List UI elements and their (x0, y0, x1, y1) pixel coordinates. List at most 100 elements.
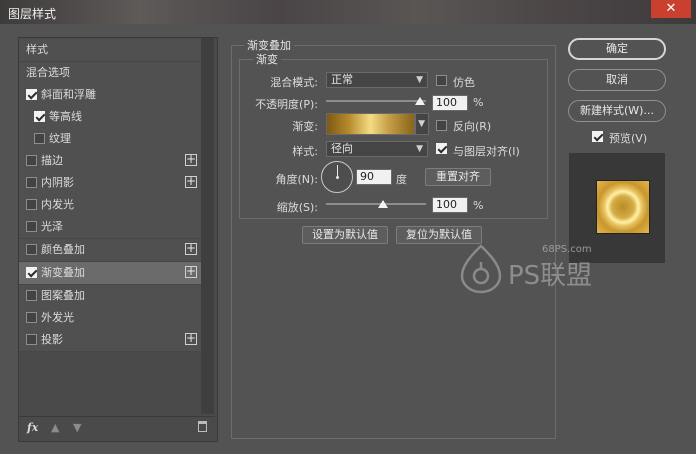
reverse-checkbox[interactable] (436, 120, 447, 131)
scale-slider-track[interactable] (326, 203, 426, 205)
sidebar-item-outer-glow[interactable]: 外发光 (19, 307, 201, 330)
sidebar-item-bevel-emboss[interactable]: 斜面和浮雕 (19, 84, 201, 107)
drop-shadow-checkbox[interactable] (26, 334, 37, 345)
add-inner-shadow-icon[interactable]: + (185, 175, 197, 188)
gradient-overlay-checkbox[interactable] (26, 267, 37, 278)
outer-glow-checkbox[interactable] (26, 312, 37, 323)
add-color-overlay-icon[interactable]: + (185, 242, 197, 255)
fx-button[interactable]: fx (27, 421, 38, 434)
watermark-text: PS联盟 (508, 261, 593, 291)
sidebar-item-label: 等高线 (49, 110, 82, 123)
inner-glow-checkbox[interactable] (26, 199, 37, 210)
sidebar-item-gradient-overlay[interactable]: 渐变叠加 + (19, 262, 201, 285)
sidebar-item-pattern-overlay[interactable]: 图案叠加 (19, 285, 201, 308)
scale-value: 100 (436, 198, 457, 211)
style-list-scrollbar[interactable] (201, 38, 214, 414)
gradient-label: 渐变: (292, 120, 318, 133)
angle-input[interactable]: 90 (356, 169, 392, 185)
sidebar-item-inner-shadow[interactable]: 内阴影 + (19, 172, 201, 195)
blend-mode-select[interactable]: 正常 ▼ (326, 72, 428, 88)
angle-unit: 度 (396, 173, 407, 186)
gradient-style-select[interactable]: 径向 ▼ (326, 141, 428, 157)
cancel-label: 取消 (606, 73, 628, 86)
style-list-footer: fx ▲ ▼ (19, 416, 215, 441)
reverse-label: 反向(R) (453, 120, 492, 133)
dither-label: 仿色 (453, 76, 475, 89)
sidebar-item-label: 光泽 (41, 220, 63, 233)
watermark-site: 68PS.com (542, 244, 592, 255)
watermark-logo-icon (460, 244, 502, 294)
sidebar-item-label: 混合选项 (26, 66, 70, 79)
sidebar-item-blending-options[interactable]: 混合选项 (19, 62, 201, 85)
inner-shadow-checkbox[interactable] (26, 177, 37, 188)
angle-value: 90 (360, 170, 374, 183)
preview-label: 预览(V) (609, 132, 648, 145)
angle-dial[interactable] (321, 161, 353, 193)
satin-checkbox[interactable] (26, 221, 37, 232)
align-with-layer-checkbox[interactable] (436, 143, 447, 154)
sidebar-item-label: 外发光 (41, 311, 74, 324)
sidebar-item-label: 投影 (41, 333, 63, 346)
preview-checkbox[interactable] (592, 131, 603, 142)
arrow-up-icon[interactable]: ▲ (51, 421, 59, 434)
add-gradient-overlay-icon[interactable]: + (185, 265, 197, 278)
sidebar-item-inner-glow[interactable]: 内发光 (19, 194, 201, 217)
sidebar-item-color-overlay[interactable]: 颜色叠加 + (19, 239, 201, 262)
close-button[interactable]: ✕ (651, 0, 691, 18)
opacity-input[interactable]: 100 (432, 95, 468, 111)
make-default-label: 设置为默认值 (312, 228, 378, 241)
ok-label: 确定 (606, 42, 628, 55)
color-overlay-checkbox[interactable] (26, 244, 37, 255)
add-drop-shadow-icon[interactable]: + (185, 332, 197, 345)
arrow-down-icon[interactable]: ▼ (73, 421, 81, 434)
opacity-slider-thumb[interactable] (415, 97, 425, 105)
opacity-slider-track[interactable] (326, 100, 426, 102)
scale-unit: % (473, 199, 484, 212)
ok-button[interactable]: 确定 (568, 38, 666, 60)
chevron-down-icon: ▼ (418, 119, 425, 129)
window-title: 图层样式 (8, 7, 57, 21)
sidebar-item-satin[interactable]: 光泽 (19, 216, 201, 239)
opacity-label: 不透明度(P): (255, 98, 318, 111)
sidebar-item-label: 渐变叠加 (41, 266, 85, 279)
gradient-picker-toggle[interactable]: ▼ (415, 113, 429, 135)
scale-slider-thumb[interactable] (378, 200, 388, 208)
trash-icon[interactable] (198, 421, 207, 432)
reset-default-label: 复位为默认值 (406, 228, 472, 241)
sidebar-item-drop-shadow[interactable]: 投影 + (19, 329, 201, 352)
scale-label: 缩放(S): (276, 201, 318, 214)
reset-default-button[interactable]: 复位为默认值 (396, 226, 482, 244)
align-with-layer-label: 与图层对齐(I) (453, 145, 520, 158)
add-stroke-icon[interactable]: + (185, 153, 197, 166)
chevron-down-icon: ▼ (416, 144, 423, 154)
sidebar-item-label: 内发光 (41, 198, 74, 211)
angle-label: 角度(N): (275, 173, 318, 186)
cancel-button[interactable]: 取消 (568, 69, 666, 91)
sidebar-item-label: 描边 (41, 154, 63, 167)
style-list-header-label: 样式 (26, 43, 48, 56)
opacity-unit: % (473, 96, 484, 109)
preview-thumbnail (596, 180, 650, 234)
make-default-button[interactable]: 设置为默认值 (302, 226, 388, 244)
gradient-style-label: 样式: (292, 145, 318, 158)
sidebar-item-texture[interactable]: 纹理 (19, 128, 201, 151)
sidebar-item-stroke[interactable]: 描边 + (19, 150, 201, 173)
style-list-header[interactable]: 样式 (19, 39, 201, 62)
contour-checkbox[interactable] (34, 111, 45, 122)
pattern-overlay-checkbox[interactable] (26, 290, 37, 301)
gradient-style-value: 径向 (331, 142, 353, 155)
gradient-swatch[interactable] (326, 113, 415, 135)
dither-checkbox[interactable] (436, 75, 447, 86)
opacity-value: 100 (436, 96, 457, 109)
texture-checkbox[interactable] (34, 133, 45, 144)
blend-mode-label: 混合模式: (270, 76, 318, 89)
sidebar-item-contour[interactable]: 等高线 (19, 106, 201, 129)
scale-input[interactable]: 100 (432, 197, 468, 213)
new-style-button[interactable]: 新建样式(W)... (568, 100, 666, 122)
stroke-checkbox[interactable] (26, 155, 37, 166)
bevel-emboss-checkbox[interactable] (26, 89, 37, 100)
blend-mode-value: 正常 (331, 73, 353, 86)
reset-alignment-button[interactable]: 重置对齐 (425, 168, 491, 186)
sidebar-item-label: 纹理 (49, 132, 71, 145)
new-style-label: 新建样式(W)... (580, 104, 654, 117)
